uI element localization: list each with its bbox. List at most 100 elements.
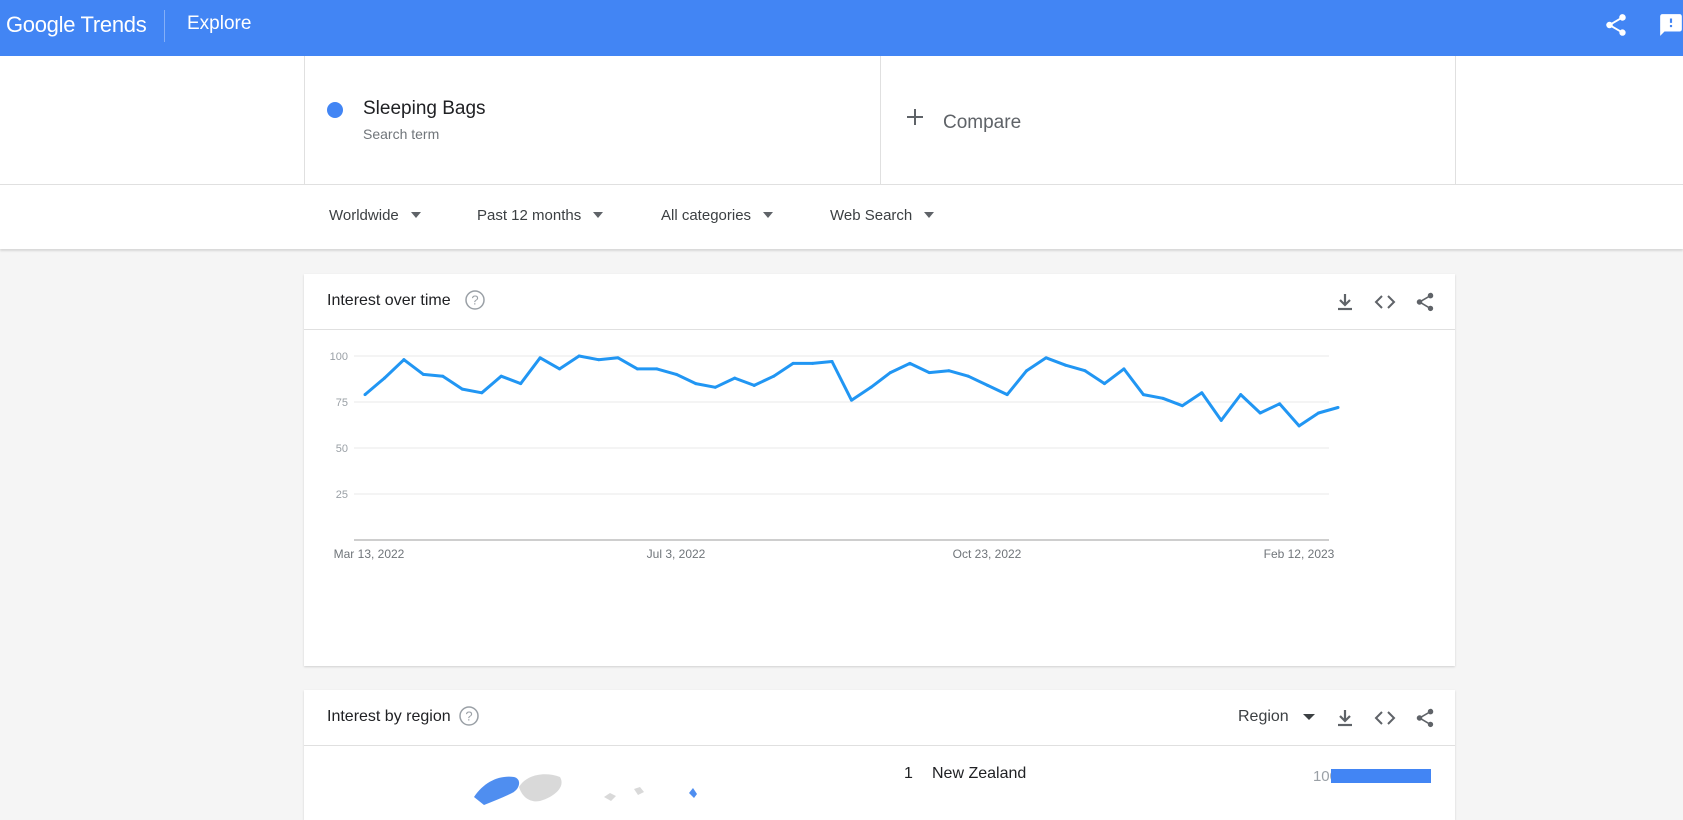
data-point[interactable] (927, 371, 931, 375)
interest-by-region-card: Interest by region ? Region 1 New Zealan… (304, 690, 1455, 820)
data-point[interactable] (694, 382, 698, 386)
embed-icon[interactable] (1374, 291, 1396, 313)
card-header: Interest over time ? (304, 274, 1455, 330)
data-point[interactable] (733, 376, 737, 380)
download-icon[interactable] (1334, 707, 1356, 729)
data-point[interactable] (1122, 367, 1126, 371)
share-icon[interactable] (1414, 707, 1436, 729)
data-point[interactable] (460, 387, 464, 391)
filter-bar: Worldwide Past 12 months All categories … (0, 185, 1683, 249)
filter-location[interactable]: Worldwide (329, 207, 421, 224)
data-point[interactable] (1297, 424, 1301, 428)
filter-location-label: Worldwide (329, 207, 399, 224)
data-point[interactable] (1180, 404, 1184, 408)
data-point[interactable] (1200, 391, 1204, 395)
data-point[interactable] (966, 374, 970, 378)
data-point[interactable] (616, 356, 620, 360)
header-divider (164, 10, 165, 42)
world-map[interactable] (464, 757, 724, 817)
data-point[interactable] (908, 361, 912, 365)
data-point[interactable] (1336, 406, 1340, 410)
share-icon[interactable] (1603, 12, 1629, 38)
download-icon[interactable] (1334, 291, 1356, 313)
dropdown-caret-icon (1302, 713, 1315, 720)
search-term-card[interactable]: Sleeping Bags Search term (304, 56, 881, 184)
x-tick-label: Jul 3, 2022 (647, 547, 706, 561)
data-point[interactable] (577, 354, 581, 358)
data-point[interactable] (1141, 393, 1145, 397)
data-point[interactable] (519, 382, 523, 386)
data-point[interactable] (869, 385, 873, 389)
compare-card[interactable]: Compare (880, 56, 1456, 184)
data-point[interactable] (850, 398, 853, 402)
data-point[interactable] (421, 372, 425, 376)
data-point[interactable] (947, 369, 951, 373)
data-point[interactable] (1044, 356, 1048, 360)
filter-category-label: All categories (661, 207, 752, 224)
data-point[interactable] (791, 361, 795, 365)
data-point[interactable] (1317, 411, 1321, 415)
data-point[interactable] (1102, 382, 1106, 386)
term-color-dot (327, 102, 343, 118)
data-point[interactable] (1239, 393, 1243, 397)
series-line (364, 354, 1339, 428)
data-point[interactable] (538, 356, 542, 360)
filter-time-range[interactable]: Past 12 months (477, 207, 604, 224)
embed-icon[interactable] (1374, 707, 1396, 729)
data-point[interactable] (655, 367, 659, 371)
card-title: Interest by region (327, 708, 451, 725)
region-resolution-label: Region (1238, 708, 1289, 725)
data-point[interactable] (597, 358, 601, 362)
data-point[interactable] (1258, 411, 1262, 415)
data-point[interactable] (402, 358, 406, 362)
svg-text:?: ? (465, 709, 472, 724)
data-point[interactable] (363, 393, 367, 397)
card-header: Interest by region ? Region (304, 690, 1455, 746)
interest-line-chart[interactable]: 100 75 50 25 Mar 13, 2022 Jul 3, 2022 Oct 23,… (304, 330, 1455, 610)
region-value-bar (1331, 769, 1431, 783)
data-point[interactable] (499, 374, 503, 378)
data-point[interactable] (986, 383, 990, 387)
y-tick-label: 25 (336, 489, 348, 501)
data-point[interactable] (888, 371, 892, 375)
data-point[interactable] (441, 374, 445, 378)
data-point[interactable] (1219, 418, 1223, 422)
data-point[interactable] (1064, 363, 1068, 367)
svg-text:?: ? (471, 293, 478, 308)
data-point[interactable] (382, 376, 386, 380)
region-resolution-select[interactable]: Region (1238, 708, 1315, 726)
dropdown-caret-icon (763, 212, 774, 219)
data-point[interactable] (1005, 393, 1009, 397)
data-point[interactable] (752, 383, 756, 387)
filter-search-type[interactable]: Web Search (830, 207, 935, 224)
data-point[interactable] (1025, 369, 1029, 373)
data-point[interactable] (1278, 402, 1282, 406)
google-trends-logo[interactable]: Google Trends (6, 12, 147, 38)
data-point[interactable] (480, 391, 484, 395)
data-point[interactable] (811, 361, 815, 365)
data-point[interactable] (830, 360, 834, 364)
y-tick-label: 100 (330, 351, 348, 363)
data-point[interactable] (674, 372, 678, 376)
data-point[interactable] (1161, 396, 1165, 400)
share-icon[interactable] (1414, 291, 1436, 313)
filter-category[interactable]: All categories (661, 207, 774, 224)
region-rank: 1 (904, 765, 913, 782)
x-tick-label: Feb 12, 2023 (1264, 547, 1335, 561)
search-term-name[interactable]: Sleeping Bags (363, 98, 486, 120)
data-point[interactable] (1083, 369, 1087, 373)
feedback-icon[interactable] (1658, 12, 1683, 38)
help-icon[interactable]: ? (459, 706, 479, 726)
filter-time-label: Past 12 months (477, 207, 582, 224)
data-point[interactable] (713, 385, 717, 389)
dropdown-caret-icon (593, 212, 604, 219)
filter-search-type-label: Web Search (830, 207, 913, 224)
help-icon[interactable]: ? (465, 290, 485, 310)
data-point[interactable] (635, 367, 639, 371)
region-name[interactable]: New Zealand (932, 765, 1026, 783)
data-point[interactable] (558, 367, 562, 371)
search-term-type: Search term (363, 126, 440, 142)
data-point[interactable] (772, 374, 776, 378)
compare-label[interactable]: Compare (943, 112, 1021, 134)
app-bar: Google Trends Explore (0, 0, 1683, 56)
